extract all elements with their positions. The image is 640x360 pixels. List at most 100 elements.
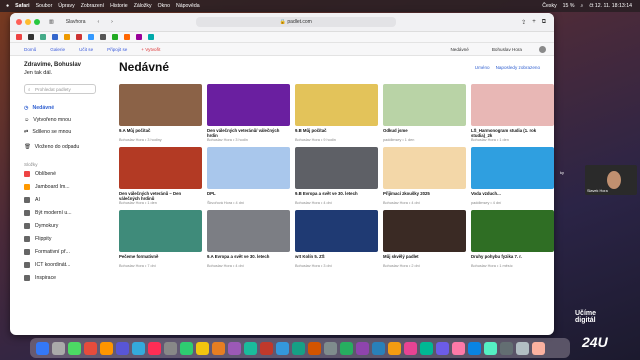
favorite-icon[interactable] (88, 34, 94, 40)
padlet-thumbnail[interactable] (471, 147, 554, 189)
menu-item[interactable]: Soubor (36, 3, 53, 9)
tab-overview-icon[interactable]: ⧉ (542, 19, 546, 26)
address-bar[interactable]: 🔒 padlet.com (195, 17, 396, 27)
search-input[interactable]: ⌕ Prohledat padlety (24, 84, 96, 94)
clock[interactable]: čt 12. 11. 18:13:14 (589, 3, 632, 9)
folder-item[interactable]: Flippity (24, 232, 105, 245)
padlet-title[interactable]: Den válečných veteránů – Den válečných h… (119, 191, 202, 201)
dock-app-icon[interactable] (100, 341, 113, 355)
dock-app-icon[interactable] (292, 341, 305, 355)
nav-learn[interactable]: Učit se (79, 47, 93, 52)
dock-app-icon[interactable] (164, 341, 177, 355)
zoom-button[interactable] (34, 19, 40, 25)
dock-app-icon[interactable] (404, 341, 417, 355)
profile-button[interactable]: Slavhora (63, 18, 89, 26)
padlet-title[interactable]: 9.A Evropa a svět ve 30. letech (207, 254, 290, 264)
favorite-icon[interactable] (136, 34, 142, 40)
account-name[interactable]: Bohuslav Hora (492, 47, 522, 52)
favorite-icon[interactable] (28, 34, 34, 40)
dock-app-icon[interactable] (276, 341, 289, 355)
padlet-thumbnail[interactable] (383, 84, 466, 126)
folder-item[interactable]: Být moderní u... (24, 206, 105, 219)
padlet-title[interactable]: 9.B Evropa a svět ve 30. letech (295, 191, 378, 201)
padlet-thumbnail[interactable] (119, 210, 202, 252)
dock-app-icon[interactable] (260, 341, 273, 355)
input-language[interactable]: Česky (542, 3, 556, 9)
folder-item[interactable]: AI (24, 193, 105, 206)
padlet-title[interactable]: Přijímací zkoušky 2025 (383, 191, 466, 201)
dock-app-icon[interactable] (148, 341, 161, 355)
sidebar-item-recent[interactable]: ◷ Nedávné (24, 102, 105, 114)
padlet-card[interactable]: Přijímací zkoušky 2025 Bohuslav Hora • 4 … (383, 147, 466, 207)
avatar[interactable] (539, 45, 546, 53)
padlet-card[interactable]: DPL Škvořová Hora • 4 dní (207, 147, 290, 207)
padlet-thumbnail[interactable] (383, 210, 466, 252)
favorite-icon[interactable] (148, 34, 154, 40)
folder-item[interactable]: Oblíbené (24, 167, 105, 180)
sort-name-link[interactable]: Uméno (475, 65, 490, 70)
dock-app-icon[interactable] (308, 341, 321, 355)
dock-app-icon[interactable] (132, 341, 145, 355)
favorite-icon[interactable] (124, 34, 130, 40)
apple-icon[interactable]: ● (6, 3, 9, 9)
menu-item[interactable]: Historie (110, 3, 128, 9)
padlet-thumbnail[interactable] (119, 84, 202, 126)
nav-join[interactable]: Připojit se (107, 47, 127, 52)
padlet-card[interactable]: Pečeme formativně Bohuslav Hora • 7 dní (119, 210, 202, 270)
dock-app-icon[interactable] (52, 341, 65, 355)
padlet-card[interactable]: 9.A Můj počítač Bohuslav Hora • 3 hodiny (119, 84, 202, 144)
share-icon[interactable]: ⇪ (521, 19, 526, 26)
create-button[interactable]: + Vytvořit (141, 47, 160, 52)
padlet-card[interactable]: 9.B Evropa a svět ve 30. letech Bohuslav … (295, 147, 378, 207)
padlet-card[interactable]: LŠ_Harmonogram studia (1. rok studia)_2k… (471, 84, 554, 144)
dock-app-icon[interactable] (388, 341, 401, 355)
folder-item[interactable]: Inspirace (24, 271, 105, 284)
minimize-button[interactable] (25, 19, 31, 25)
dock-app-icon[interactable] (484, 341, 497, 355)
padlet-card[interactable]: Voda vzduch... paddlmsey • 4 dní (471, 147, 554, 207)
dock-app-icon[interactable] (324, 341, 337, 355)
padlet-card[interactable]: w!t Kolín 5. ZŠ Bohuslav Hora • 3 dní (295, 210, 378, 270)
padlet-thumbnail[interactable] (471, 84, 554, 126)
dock-app-icon[interactable] (436, 341, 449, 355)
padlet-thumbnail[interactable] (471, 210, 554, 252)
battery-icon[interactable]: 15 % (563, 3, 575, 9)
dock-app-icon[interactable] (468, 341, 481, 355)
padlet-card[interactable]: 9.A Evropa a svět ve 30. letech Bohuslav … (207, 210, 290, 270)
padlet-card[interactable]: Můj skvělý padlet Bohuslav Hora • 2 dní (383, 210, 466, 270)
favorite-icon[interactable] (112, 34, 118, 40)
padlet-thumbnail[interactable] (295, 84, 378, 126)
back-button[interactable]: ‹ (94, 18, 102, 26)
sidebar-item-shared[interactable]: ⇄ Sdíleno se mnou (24, 126, 105, 138)
favorite-icon[interactable] (100, 34, 106, 40)
padlet-title[interactable]: DPL (207, 191, 290, 201)
favorite-icon[interactable] (52, 34, 58, 40)
menu-item[interactable]: Zobrazení (81, 3, 104, 9)
padlet-thumbnail[interactable] (295, 147, 378, 189)
favorite-icon[interactable] (40, 34, 46, 40)
favorite-icon[interactable] (64, 34, 70, 40)
nav-gallery[interactable]: Galerie (50, 47, 65, 52)
folder-item[interactable]: Formativní př... (24, 245, 105, 258)
padlet-title[interactable]: 9.A Můj počítač (119, 128, 202, 138)
dock-app-icon[interactable] (340, 341, 353, 355)
padlet-card[interactable]: Den válečných veteránů/ válečných hrdin B… (207, 84, 290, 144)
padlet-card[interactable]: Druhy pohybu fyzika 7. r. Bohuslav Hora •… (471, 210, 554, 270)
padlet-title[interactable]: Odkud jsme (383, 128, 466, 138)
new-tab-icon[interactable]: + (532, 19, 536, 26)
folder-item[interactable]: Dymokury (24, 219, 105, 232)
dock-app-icon[interactable] (356, 341, 369, 355)
app-menu[interactable]: Safari (15, 3, 29, 9)
padlet-thumbnail[interactable] (207, 210, 290, 252)
dock-app-icon[interactable] (452, 341, 465, 355)
menu-item[interactable]: Nápověda (176, 3, 200, 9)
padlet-title[interactable]: Druhy pohybu fyzika 7. r. (471, 254, 554, 264)
dock-app-icon[interactable] (420, 341, 433, 355)
dock-app-icon[interactable] (244, 341, 257, 355)
dock-app-icon[interactable] (372, 341, 385, 355)
padlet-title[interactable]: Pečeme formativně (119, 254, 202, 264)
dock-app-icon[interactable] (84, 341, 97, 355)
padlet-title[interactable]: 9.B Můj počítač (295, 128, 378, 138)
dock-app-icon[interactable] (532, 341, 545, 355)
dock-app-icon[interactable] (116, 341, 129, 355)
